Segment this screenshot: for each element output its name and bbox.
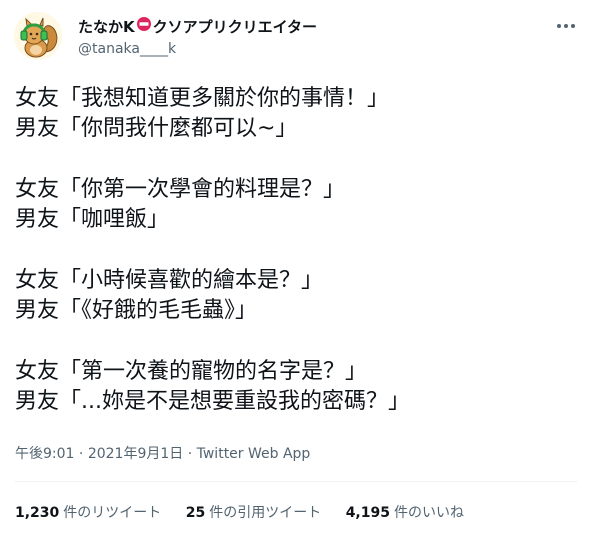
likes-label: 件のいいね [393, 505, 464, 521]
author-names: たなかK クソアプリクリエイター @tanaka____k [78, 16, 317, 59]
likes-count: 4,195 [345, 505, 390, 521]
tweet-date[interactable]: 2021年9月1日 [88, 446, 183, 462]
tweet-header: たなかK クソアプリクリエイター @tanaka____k [14, 12, 580, 62]
tweet-meta: 午後9:01 · 2021年9月1日 · Twitter Web App [15, 444, 310, 464]
squirrel-headphones-avatar-icon [14, 12, 62, 60]
avatar[interactable] [14, 12, 62, 60]
author-handle[interactable]: @tanaka____k [78, 39, 317, 59]
display-name[interactable]: たなかK クソアプリクリエイター [78, 16, 317, 37]
tweet-line: 男友「...妳是不是想要重設我的密碼？」 [15, 389, 410, 414]
quotes-label: 件の引用ツイート [209, 505, 322, 521]
tweet-stats: 1,230 件のリツイート 25 件の引用ツイート 4,195 件のいいね [15, 503, 484, 523]
display-name-part-2: クソアプリクリエイター [152, 17, 318, 36]
tweet-line: 男友「《好餓的毛毛蟲》」 [15, 298, 258, 323]
retweets-label: 件のリツイート [63, 505, 162, 521]
tweet-source[interactable]: Twitter Web App [197, 446, 311, 462]
tweet-time[interactable]: 午後9:01 [15, 446, 74, 462]
tweet-line: 女友「小時候喜歡的繪本是？」 [15, 268, 324, 293]
likes-stat[interactable]: 4,195 件のいいね [346, 503, 464, 523]
retweets-count: 1,230 [15, 505, 60, 521]
quote-tweets-stat[interactable]: 25 件の引用ツイート [186, 503, 321, 523]
more-options-icon[interactable] [554, 14, 578, 38]
meta-separator: · [183, 446, 197, 462]
divider [15, 481, 577, 482]
tweet-line: 女友「我想知道更多關於你的事情！」 [15, 86, 390, 111]
tweet-line: 女友「第一次養的寵物的名字是？」 [15, 359, 368, 384]
meta-separator: · [74, 446, 88, 462]
tweet-line: 女友「你第一次學會的料理是？」 [15, 177, 346, 202]
tweet-line: 男友「你問我什麼都可以~」 [15, 116, 298, 141]
display-name-part-1: たなかK [78, 17, 135, 36]
tweet-line: 男友「咖哩飯」 [15, 207, 170, 232]
no-entry-sign-icon [136, 16, 152, 37]
tweet-card: たなかK クソアプリクリエイター @tanaka____k 女友「我想知道更多關於… [0, 0, 592, 535]
quotes-count: 25 [185, 505, 206, 521]
tweet-text: 女友「我想知道更多關於你的事情！」 男友「你問我什麼都可以~」 女友「你第一次學… [15, 84, 581, 417]
retweets-stat[interactable]: 1,230 件のリツイート [15, 503, 161, 523]
